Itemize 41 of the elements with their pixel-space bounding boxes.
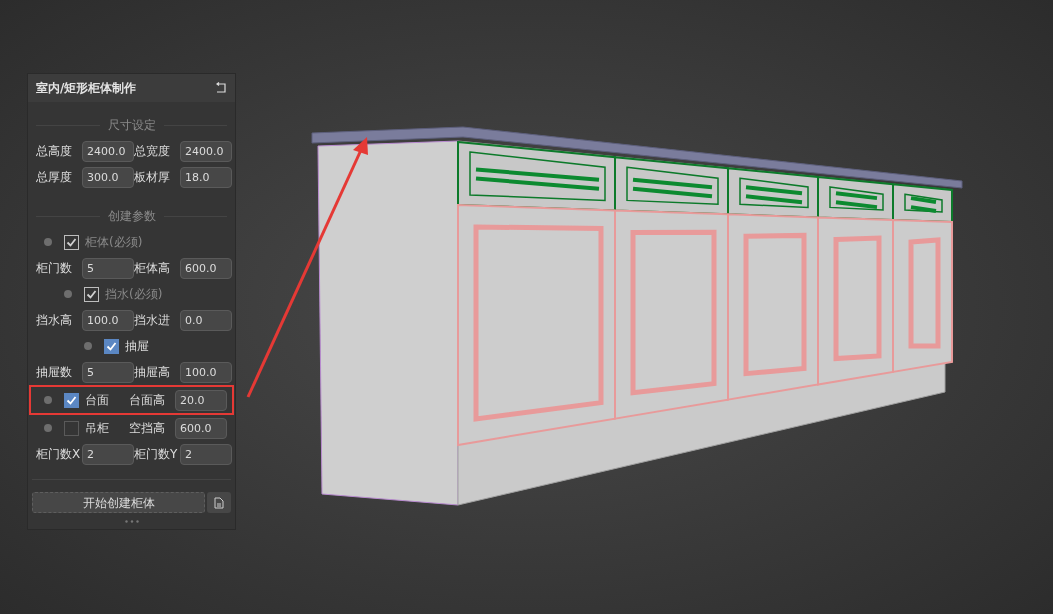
file-button[interactable] — [207, 492, 231, 513]
number-field[interactable]: 600.0 — [175, 417, 227, 439]
field-label: 柜门数Y — [134, 446, 178, 463]
checkbox[interactable] — [64, 420, 79, 436]
number-field[interactable]: 300.0 — [82, 166, 134, 188]
number-field[interactable]: 18.0 — [180, 166, 232, 188]
number-field[interactable]: 2400.0 — [180, 140, 232, 162]
number-field[interactable]: 20.0 — [175, 389, 227, 411]
field-label: 柜门数X — [36, 446, 80, 463]
check-icon — [106, 340, 117, 352]
field-label: 柜体高 — [134, 260, 171, 277]
field-label: 空挡高 — [129, 420, 166, 437]
check-icon — [66, 394, 77, 406]
field-label: 台面高 — [129, 392, 166, 409]
checkbox-label: 台面 — [85, 392, 109, 409]
checkbox-label: 抽屉 — [125, 338, 149, 355]
create-cabinet-button[interactable]: 开始创建柜体 — [32, 492, 205, 513]
field-label: 挡水高 — [36, 312, 73, 329]
number-field[interactable]: 2 — [180, 443, 232, 465]
panel-title: 室内/矩形柜体制作 — [36, 80, 137, 97]
more-dots-icon[interactable] — [124, 519, 139, 523]
field-label: 抽屉数 — [36, 364, 73, 381]
checkbox-label: 柜体(必须) — [85, 234, 143, 251]
field-label: 挡水进 — [134, 312, 171, 329]
number-field[interactable]: 2 — [82, 443, 134, 465]
return-icon[interactable] — [215, 82, 227, 94]
section-title: 尺寸设定 — [107, 117, 156, 134]
check-icon — [86, 288, 97, 300]
checkbox[interactable] — [64, 392, 79, 408]
field-label: 总高度 — [36, 143, 73, 160]
check-icon — [66, 236, 77, 248]
field-label: 抽屉高 — [134, 364, 171, 381]
checkbox-label: 吊柜 — [85, 420, 109, 437]
field-label: 板材厚 — [134, 169, 171, 186]
field-label: 总厚度 — [36, 169, 73, 186]
checkbox-label: 挡水(必须) — [105, 286, 163, 303]
number-field[interactable]: 2400.0 — [82, 140, 134, 162]
field-label: 柜门数 — [36, 260, 73, 277]
field-label: 总宽度 — [134, 143, 171, 160]
document-icon — [214, 496, 224, 509]
section-title: 创建参数 — [107, 208, 156, 225]
